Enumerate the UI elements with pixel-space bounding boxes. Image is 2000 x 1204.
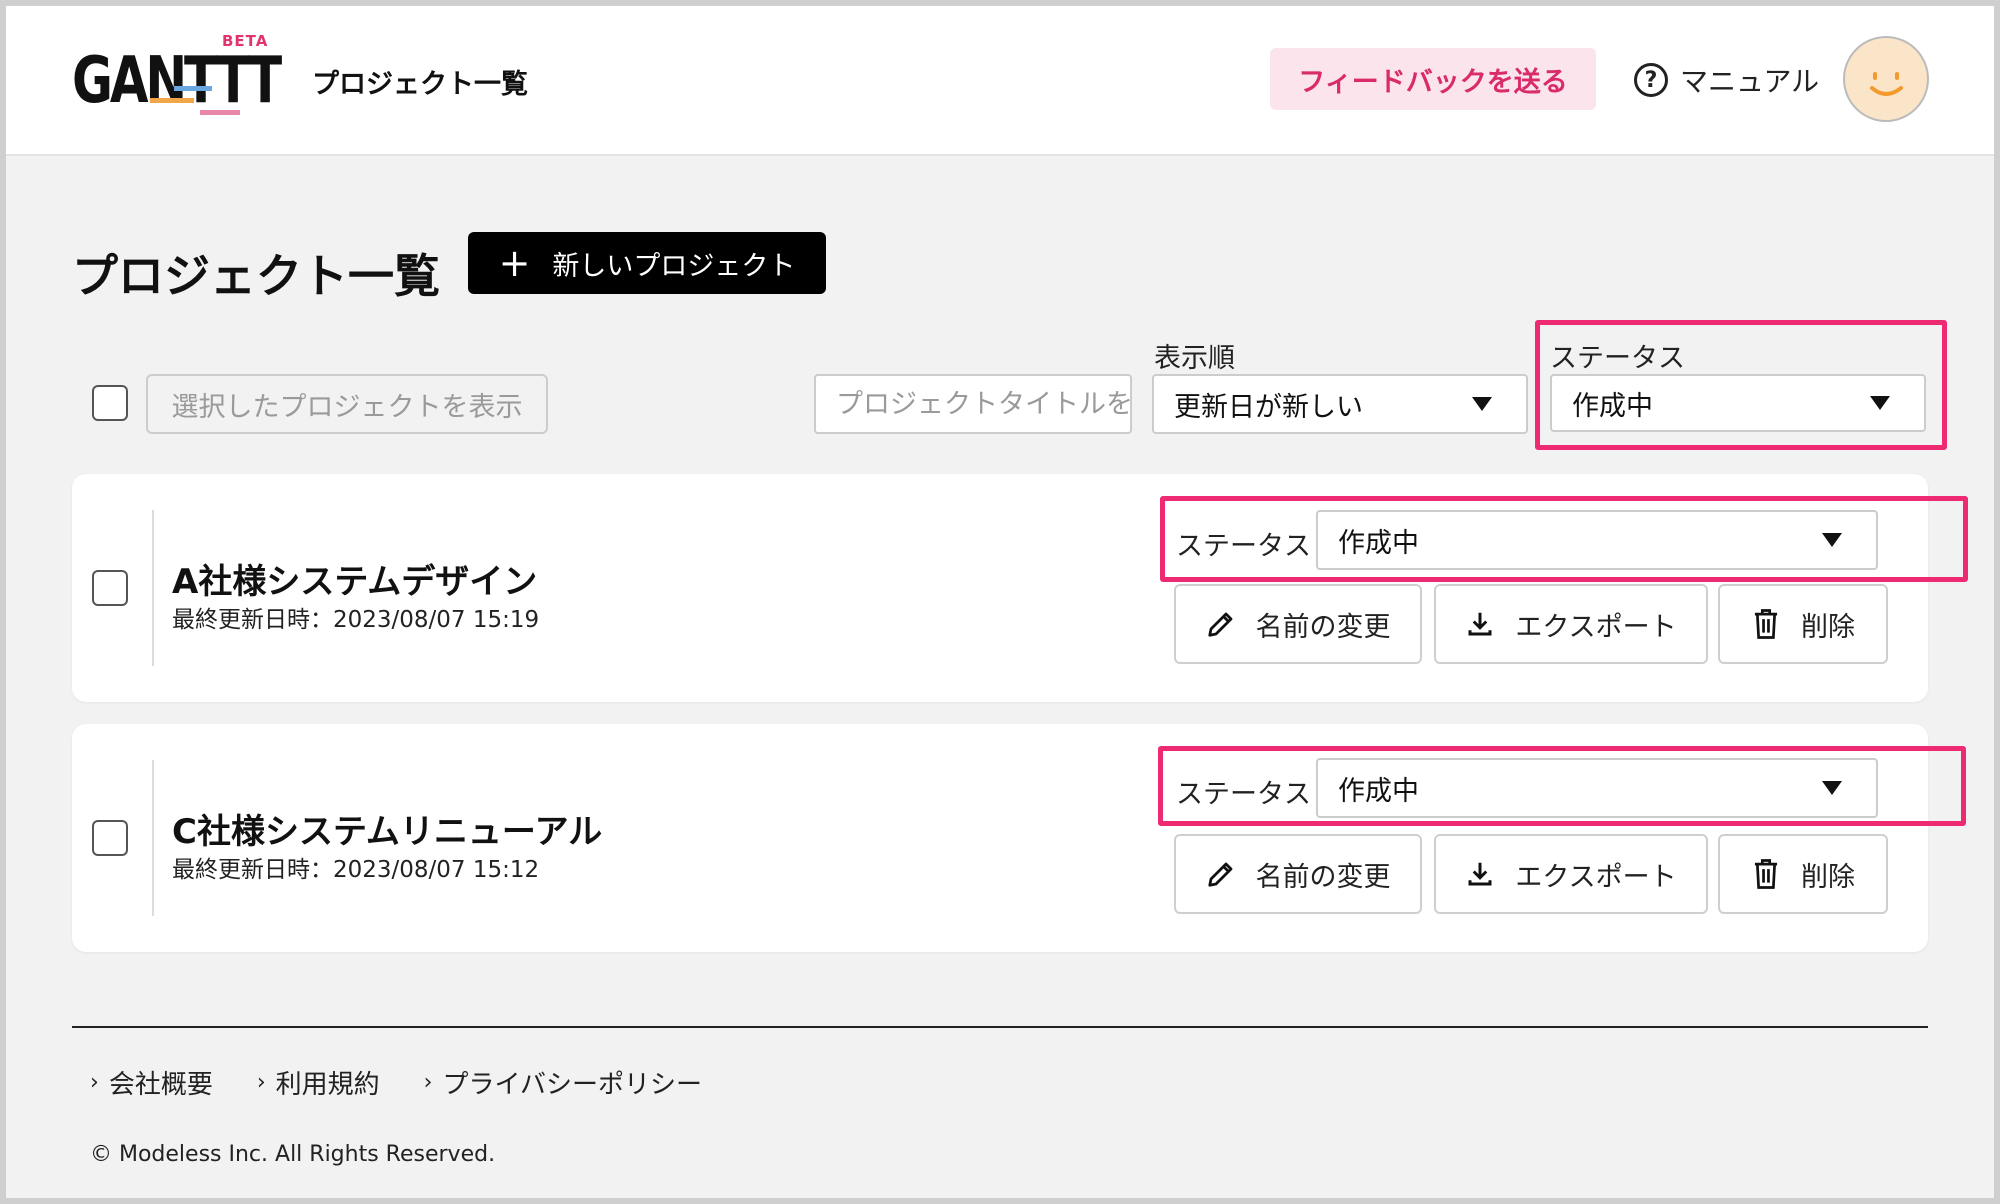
status-filter-select[interactable]: 作成中 — [1550, 374, 1926, 432]
status-label: ステータス — [1176, 531, 1311, 562]
rename-label: 名前の変更 — [1255, 611, 1391, 643]
project-card: A社様システムデザイン 最終更新日時：2023/08/07 15:19 ステータ… — [72, 474, 1968, 702]
footer-links: › 会社概要 › 利用規約 › プライバシーポリシー — [90, 1064, 746, 1101]
pencil-icon — [1207, 862, 1232, 887]
status-select[interactable]: 作成中 — [1316, 758, 1878, 818]
logo-bar-blue — [174, 86, 212, 91]
sort-select[interactable]: 更新日が新しい — [1152, 374, 1528, 434]
avatar[interactable] — [1843, 36, 1929, 122]
footer-link-label: プライバシーポリシー — [442, 1070, 702, 1100]
delete-button[interactable]: 削除 — [1718, 834, 1888, 914]
new-project-label: 新しいプロジェクト — [552, 250, 796, 282]
rename-label: 名前の変更 — [1255, 861, 1391, 893]
new-project-button[interactable]: + 新しいプロジェクト — [468, 232, 826, 294]
manual-link[interactable]: ? マニュアル — [1634, 60, 1819, 100]
card-divider — [152, 510, 154, 666]
pencil-icon — [1207, 612, 1232, 637]
search-input[interactable] — [814, 374, 1132, 434]
sort-value: 更新日が新しい — [1174, 391, 1363, 423]
chevron-right-icon: › — [423, 1070, 433, 1095]
logo-wordmark: GANTTT — [72, 44, 282, 118]
copyright: © Modeless Inc. All Rights Reserved. — [90, 1142, 496, 1167]
delete-button[interactable]: 削除 — [1718, 584, 1888, 664]
export-button[interactable]: エクスポート — [1434, 834, 1708, 914]
project-updated: 最終更新日時：2023/08/07 15:19 — [172, 607, 540, 633]
chevron-right-icon: › — [256, 1070, 266, 1095]
download-icon — [1468, 612, 1492, 636]
status-label: ステータス — [1176, 779, 1311, 810]
footer-divider — [72, 1026, 1928, 1028]
project-name[interactable]: A社様システムデザイン — [172, 554, 537, 603]
rename-button[interactable]: 名前の変更 — [1174, 834, 1422, 914]
project-checkbox[interactable] — [92, 570, 128, 606]
project-checkbox[interactable] — [92, 820, 128, 856]
project-card: C社様システムリニューアル 最終更新日時：2023/08/07 15:12 ステ… — [72, 724, 1966, 952]
download-icon — [1468, 862, 1492, 886]
footer-link-label: 利用規約 — [275, 1070, 380, 1100]
project-name[interactable]: C社様システムリニューアル — [172, 804, 602, 853]
select-all-checkbox[interactable] — [92, 385, 128, 421]
status-filter-value: 作成中 — [1572, 390, 1653, 422]
trash-icon — [1754, 859, 1778, 889]
caret-down-icon — [1822, 533, 1842, 547]
page-title: プロジェクト一覧 — [72, 249, 440, 303]
feedback-button[interactable]: フィードバックを送る — [1270, 48, 1596, 110]
plus-icon: + — [498, 241, 531, 285]
caret-down-icon — [1472, 397, 1492, 411]
export-label: エクスポート — [1515, 611, 1677, 643]
status-value: 作成中 — [1338, 775, 1419, 807]
trash-icon — [1754, 609, 1778, 639]
footer-link-label: 会社概要 — [108, 1070, 213, 1100]
export-label: エクスポート — [1515, 861, 1677, 893]
status-value: 作成中 — [1338, 527, 1419, 559]
caret-down-icon — [1870, 396, 1890, 410]
card-divider — [152, 760, 154, 916]
status-select[interactable]: 作成中 — [1316, 510, 1878, 570]
caret-down-icon — [1822, 781, 1842, 795]
delete-label: 削除 — [1801, 611, 1855, 643]
smile-icon — [1870, 72, 1903, 96]
gantt-logo[interactable]: GANTTT BETA — [70, 28, 282, 128]
logo-bar-orange — [150, 98, 194, 103]
header-title: プロジェクト一覧 — [312, 69, 528, 100]
rename-button[interactable]: 名前の変更 — [1174, 584, 1422, 664]
project-updated: 最終更新日時：2023/08/07 15:12 — [172, 857, 540, 883]
footer-link-privacy[interactable]: › プライバシーポリシー — [424, 1064, 702, 1101]
footer-link-company[interactable]: › 会社概要 — [90, 1064, 213, 1101]
sort-label: 表示順 — [1154, 343, 1235, 374]
status-filter-label: ステータス — [1550, 343, 1685, 374]
help-icon: ? — [1634, 63, 1668, 97]
export-button[interactable]: エクスポート — [1434, 584, 1708, 664]
manual-label: マニュアル — [1680, 65, 1820, 98]
delete-label: 削除 — [1801, 861, 1855, 893]
chevron-right-icon: › — [90, 1070, 99, 1095]
beta-badge: BETA — [222, 32, 269, 50]
logo-bar-pink — [200, 110, 240, 115]
footer-link-terms[interactable]: › 利用規約 — [257, 1064, 380, 1101]
show-selected-button[interactable]: 選択したプロジェクトを表示 — [146, 374, 548, 434]
app-header: GANTTT BETA プロジェクト一覧 フィードバックを送る ? マニュアル — [6, 6, 1994, 156]
